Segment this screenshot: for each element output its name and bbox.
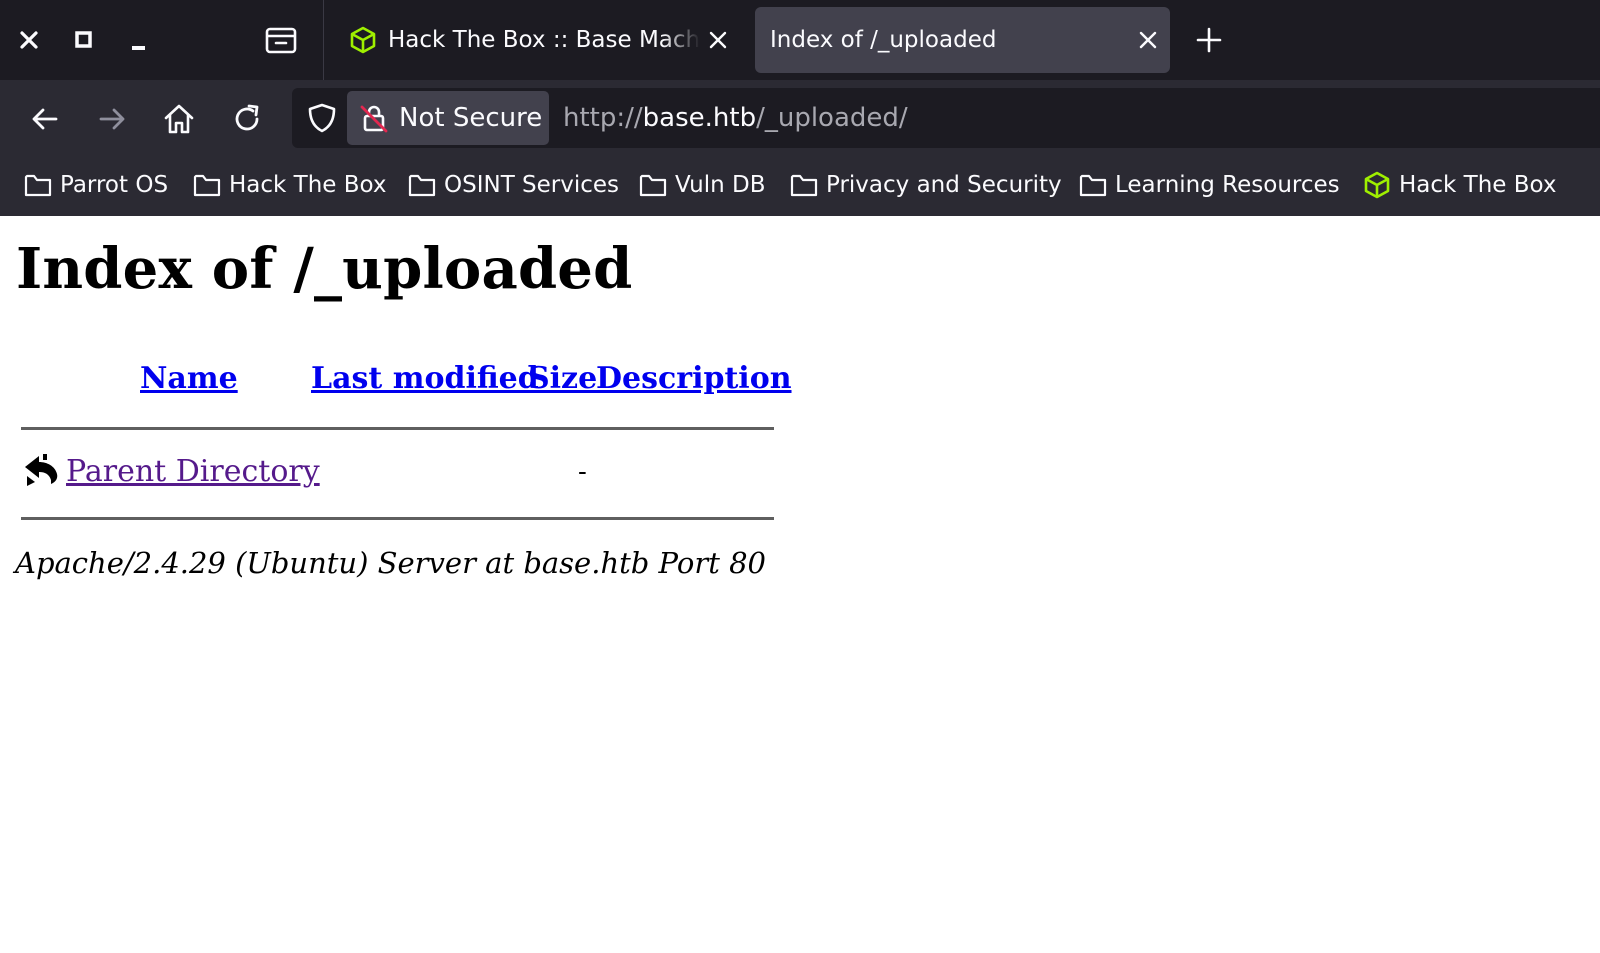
htb-cube-icon <box>350 26 376 54</box>
new-tab-icon[interactable] <box>1195 26 1223 54</box>
bookmark-label: OSINT Services <box>444 172 620 198</box>
column-header-name[interactable]: Name <box>140 359 238 399</box>
folder-icon <box>790 174 818 197</box>
bookmark-label: Hack The Box <box>1399 172 1557 198</box>
folder-icon <box>639 174 667 197</box>
forward-arrow-icon[interactable] <box>95 102 129 136</box>
bookmark-label: Vuln DB <box>675 172 766 198</box>
url-host: base.htb <box>642 103 757 133</box>
insecure-lock-icon <box>360 105 388 133</box>
column-header-last-modified[interactable]: Last modified <box>311 359 539 399</box>
tab-close-icon[interactable] <box>1137 29 1159 51</box>
tab-title: Hack The Box :: Base Machine <box>388 27 700 53</box>
folder-icon <box>1079 174 1107 197</box>
navigation-toolbar: Not Secure http://base.htb/_uploaded/ <box>0 80 1600 155</box>
window-maximize-icon[interactable] <box>72 24 96 56</box>
url-path: /_uploaded/ <box>756 103 908 133</box>
server-signature: Apache/2.4.29 (Ubuntu) Server at base.ht… <box>15 546 766 580</box>
table-top-divider <box>21 427 774 430</box>
bookmark-label: Parrot OS <box>60 172 169 198</box>
tab-bar: Hack The Box :: Base Machine Index of /_… <box>0 0 1600 80</box>
tab-index-uploaded[interactable]: Index of /_uploaded <box>755 7 1170 73</box>
column-header-description[interactable]: Description <box>596 359 792 399</box>
htb-cube-icon <box>1364 171 1390 199</box>
folder-icon <box>408 174 436 197</box>
url-scheme: http:// <box>563 103 643 133</box>
tab-close-icon[interactable] <box>707 29 729 51</box>
address-bar[interactable]: Not Secure http://base.htb/_uploaded/ <box>292 88 1600 148</box>
bookmark-label: Privacy and Security <box>826 172 1062 198</box>
back-arrow-icon[interactable] <box>28 102 62 136</box>
bookmark-label: Hack The Box <box>229 172 387 198</box>
home-icon[interactable] <box>162 102 196 136</box>
bookmarks-toolbar: Parrot OS Hack The Box OSINT Services Vu… <box>0 155 1600 216</box>
parent-directory-back-arrow-icon <box>25 454 58 486</box>
not-secure-badge[interactable]: Not Secure <box>347 91 549 145</box>
firefox-view-icon[interactable] <box>264 24 298 56</box>
column-header-size[interactable]: Size <box>528 359 597 399</box>
folder-icon <box>193 174 221 197</box>
table-bottom-divider <box>21 517 774 520</box>
tab-hack-the-box[interactable]: Hack The Box :: Base Machine <box>340 7 735 73</box>
security-label: Not Secure <box>399 103 543 133</box>
url-text[interactable]: http://base.htb/_uploaded/ <box>563 88 908 148</box>
page-content: Index of /_uploaded Name Last modified S… <box>0 216 1600 953</box>
parent-directory-link[interactable]: Parent Directory <box>66 452 320 492</box>
reload-icon[interactable] <box>230 102 264 136</box>
page-title: Index of /_uploaded <box>16 236 633 302</box>
window-minimize-icon[interactable] <box>127 24 151 56</box>
tab-title: Index of /_uploaded <box>770 27 997 53</box>
bookmark-label: Learning Resources <box>1115 172 1340 198</box>
folder-icon <box>24 174 52 197</box>
window-close-icon[interactable] <box>17 24 41 56</box>
tab-separator <box>323 0 324 80</box>
tracking-protection-shield-icon[interactable] <box>306 102 338 134</box>
size-cell: - <box>578 457 587 487</box>
